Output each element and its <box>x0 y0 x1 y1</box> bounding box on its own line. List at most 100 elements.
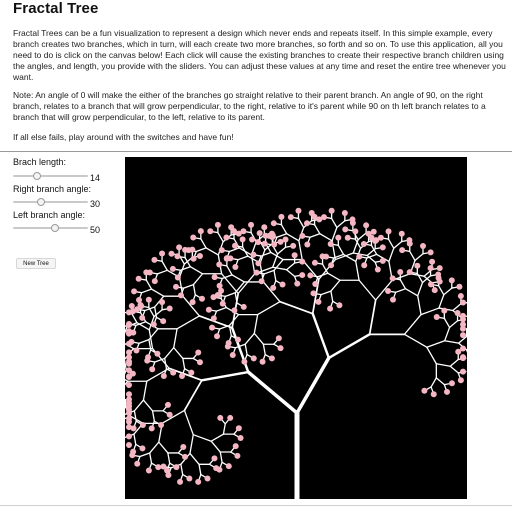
blossom <box>397 268 404 275</box>
blossom <box>126 360 132 367</box>
blossom <box>406 269 413 276</box>
tree-branch <box>183 409 194 436</box>
blossom <box>158 422 165 429</box>
blossom <box>460 345 466 352</box>
tree-branch <box>142 380 148 401</box>
blossom <box>443 388 450 395</box>
blossom <box>210 315 217 322</box>
new-tree-button[interactable]: New Tree <box>16 258 56 269</box>
blossom <box>457 377 464 384</box>
blossom <box>229 352 236 359</box>
blossom <box>431 287 438 294</box>
tree-branch <box>125 369 127 375</box>
blossom <box>363 222 370 229</box>
tree-branch <box>198 463 202 476</box>
tree-branch <box>173 328 178 349</box>
tree-branch <box>210 440 221 453</box>
tree-branch <box>387 238 395 249</box>
blossom <box>145 467 152 474</box>
blossom <box>165 472 172 479</box>
tree-branch <box>435 377 445 386</box>
tree-branch <box>182 295 201 317</box>
blossom <box>315 298 322 305</box>
blossom <box>143 269 150 276</box>
blossom <box>190 255 197 262</box>
blossom <box>126 442 132 449</box>
tree-branch <box>142 399 154 412</box>
tree-branch <box>366 248 376 257</box>
tree-branch <box>139 452 151 458</box>
tree-branch <box>403 333 428 348</box>
blossom <box>385 287 392 294</box>
tree-branch <box>273 269 277 282</box>
tree-branch <box>150 288 165 297</box>
tree-branch <box>337 244 345 256</box>
blossom <box>139 445 146 452</box>
tree-branch <box>330 217 338 229</box>
blossom <box>205 306 212 313</box>
blossom <box>218 247 225 254</box>
blossom <box>311 259 318 266</box>
tree-branch <box>253 313 259 335</box>
tree-branch <box>244 343 248 356</box>
slider-thumb[interactable] <box>51 224 59 232</box>
tree-branch <box>330 279 341 292</box>
blossom <box>268 230 275 237</box>
blossom <box>231 307 238 314</box>
blossom <box>307 272 314 279</box>
tree-branch <box>200 238 207 249</box>
tree-branch <box>149 452 153 464</box>
blossom <box>219 300 226 307</box>
blossom <box>216 466 223 473</box>
blossom <box>145 296 152 303</box>
blossom <box>224 343 231 350</box>
blossom <box>275 335 282 342</box>
blossom <box>256 230 263 237</box>
right-angle-value: 30 <box>90 199 101 209</box>
tree-branch <box>336 220 346 229</box>
blossom <box>182 453 189 460</box>
blossom <box>341 210 348 217</box>
tree-branch <box>327 333 371 360</box>
tree-branch <box>272 253 279 268</box>
page-title: Fractal Tree <box>13 0 99 17</box>
tree-branch <box>133 399 145 412</box>
blossom <box>398 230 405 237</box>
tree-branch <box>145 279 153 290</box>
blossom <box>460 299 466 306</box>
blossom <box>249 236 256 243</box>
right-angle-slider[interactable] <box>13 198 88 206</box>
blossom <box>299 258 306 265</box>
slider-thumb[interactable] <box>37 198 45 206</box>
blossom <box>255 260 262 267</box>
tree-branch <box>262 281 281 303</box>
page: Fractal Tree Fractal Trees can be a fun … <box>0 0 512 512</box>
blossom <box>456 283 463 290</box>
tree-branch <box>176 315 201 330</box>
blossom <box>436 278 443 285</box>
blossom <box>166 411 173 418</box>
right-angle-label: Right branch angle: <box>13 184 92 194</box>
blossom <box>385 228 392 235</box>
tree-branch <box>444 340 460 344</box>
blossom <box>173 464 180 471</box>
blossom <box>155 464 162 471</box>
blossom <box>232 242 239 249</box>
left-angle-slider[interactable] <box>13 224 88 232</box>
tree-branch <box>388 247 395 263</box>
blossom <box>159 250 166 257</box>
blossom <box>271 241 278 248</box>
fractal-tree-canvas[interactable] <box>125 157 467 499</box>
blossom <box>126 424 132 431</box>
blossom <box>216 261 223 268</box>
blossom <box>234 336 241 343</box>
tree-branch <box>217 232 224 243</box>
tree-branch <box>238 247 253 256</box>
blossom <box>204 475 211 482</box>
tree-branch <box>215 306 227 312</box>
blossom <box>436 265 443 272</box>
branch-length-slider[interactable] <box>13 172 88 180</box>
blossom <box>148 425 155 432</box>
tree-branch <box>151 347 170 370</box>
slider-thumb[interactable] <box>33 172 41 180</box>
